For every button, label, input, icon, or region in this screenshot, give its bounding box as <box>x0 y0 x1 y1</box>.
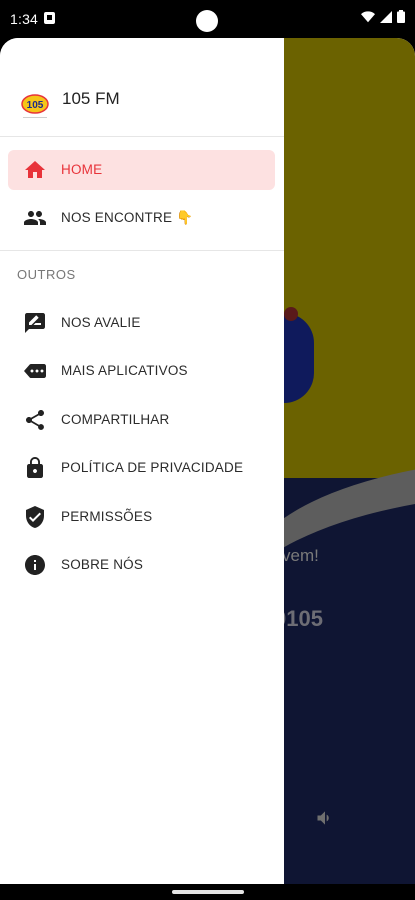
nav-item-permissoes[interactable]: PERMISSÕES <box>8 497 275 537</box>
more-apps-icon <box>23 359 47 383</box>
signal-icon <box>380 10 392 23</box>
status-time: 1:34 <box>10 11 39 27</box>
status-icons <box>361 10 405 23</box>
background-app-scrim[interactable]: vem! 0105 <box>284 38 415 884</box>
front-camera <box>196 10 218 32</box>
notification-icon <box>44 12 55 24</box>
app-logo-underline <box>23 117 47 118</box>
lock-icon <box>23 456 47 480</box>
home-gesture-handle[interactable] <box>172 890 244 894</box>
background-frequency-text: 0105 <box>284 606 323 631</box>
nav-item-home[interactable]: HOME <box>8 150 275 190</box>
share-icon <box>23 408 47 432</box>
drawer-header: 105 105 FM <box>0 38 284 136</box>
nav-item-mais-aplicativos[interactable]: MAIS APLICATIVOS <box>8 351 275 391</box>
nav-item-nos-encontre[interactable]: NOS ENCONTRE 👇 <box>8 198 275 238</box>
battery-icon <box>397 10 405 23</box>
nav-item-label: SOBRE NÓS <box>61 557 144 572</box>
section-divider <box>0 250 284 251</box>
nav-item-label: MAIS APLICATIVOS <box>61 363 188 378</box>
nav-item-label: NOS AVALIE <box>61 315 141 330</box>
people-icon <box>23 206 47 230</box>
shield-check-icon <box>23 505 47 529</box>
nav-item-politica-de-privacidade[interactable]: POLÍTICA DE PRIVACIDADE <box>8 448 275 488</box>
volume-icon[interactable] <box>314 808 336 833</box>
home-icon <box>23 158 47 182</box>
app-screen: vem! 0105 105 105 FM HOME <box>0 38 415 884</box>
background-header-area <box>284 38 415 538</box>
app-logo-icon: 105 <box>21 94 49 114</box>
header-divider <box>0 136 284 137</box>
info-icon <box>23 553 47 577</box>
section-title-outros: OUTROS <box>17 267 76 282</box>
nav-item-nos-avalie[interactable]: NOS AVALIE <box>8 303 275 343</box>
rate-review-icon <box>23 311 47 335</box>
nav-item-sobre-nos[interactable]: SOBRE NÓS <box>8 545 275 585</box>
nav-item-label: PERMISSÕES <box>61 509 153 524</box>
nav-item-label: COMPARTILHAR <box>61 412 170 427</box>
background-welcome-text: vem! <box>284 546 319 565</box>
nav-item-label: HOME <box>61 162 103 177</box>
nav-item-compartilhar[interactable]: COMPARTILHAR <box>8 400 275 440</box>
nav-item-label: NOS ENCONTRE 👇 <box>61 210 194 225</box>
wifi-icon <box>361 10 375 22</box>
nav-item-label: POLÍTICA DE PRIVACIDADE <box>61 460 244 475</box>
navigation-drawer: 105 105 FM HOME NOS ENCONTRE 👇 OUTROS NO… <box>0 38 284 884</box>
app-name: 105 FM <box>62 89 120 108</box>
status-bar: 1:34 <box>0 0 415 38</box>
svg-text:105: 105 <box>27 100 44 111</box>
